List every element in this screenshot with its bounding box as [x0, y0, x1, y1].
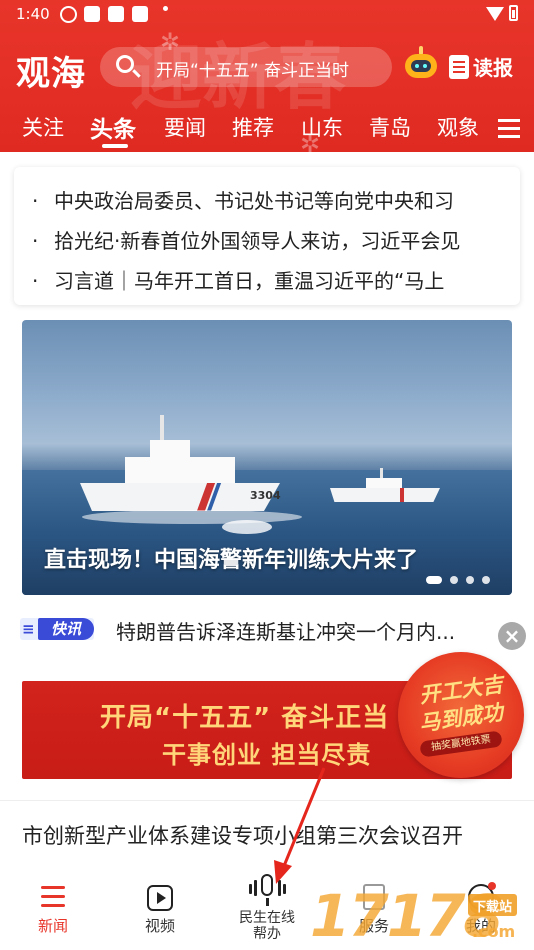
app-header: 迎新春 ✲ ✲ 1:40 观海 开局“十五五” 奋斗正当时 读报 关注 头条 要… — [0, 0, 534, 152]
active-tab-indicator — [102, 144, 128, 148]
tab-important-news[interactable]: 要闻 — [164, 112, 206, 142]
notification-dot — [488, 882, 496, 890]
microphone-icon — [249, 874, 286, 906]
notification-icon — [132, 6, 148, 22]
profile-icon — [468, 882, 496, 910]
tab-follow[interactable]: 关注 — [22, 112, 64, 142]
channel-menu-icon[interactable] — [498, 118, 520, 138]
nav-me[interactable]: 我的 — [441, 868, 521, 950]
sync-icon — [60, 6, 77, 23]
flash-news-text: 特朗普告诉泽连斯基让冲突一个月内... — [116, 620, 456, 644]
banner-line-1: 开局“十五五” 奋斗正当 — [100, 703, 390, 733]
distant-ship-image — [330, 468, 440, 508]
nav-livelihood-label: 民生在线帮办 — [239, 910, 295, 942]
flash-badge-label: 快讯 — [38, 618, 94, 640]
nav-me-label: 我的 — [465, 917, 496, 935]
featured-carousel[interactable]: 3304 直击现场！中国海警新年训练大片来了 — [22, 320, 512, 595]
pagination-dot[interactable] — [466, 576, 474, 584]
tab-headlines[interactable]: 头条 — [90, 110, 136, 144]
flash-badge: ≡ 快讯 — [20, 618, 94, 640]
ship-number: 3304 — [250, 489, 281, 502]
tab-shandong[interactable]: 山东 — [301, 112, 343, 142]
ai-assistant-robot-icon[interactable] — [402, 46, 440, 84]
nav-service[interactable]: 服务 — [334, 868, 414, 950]
nav-video[interactable]: 视频 — [120, 868, 200, 950]
service-icon — [363, 884, 385, 910]
notification-icon — [84, 6, 100, 22]
news-icon — [41, 886, 65, 908]
pagination-dot[interactable] — [426, 576, 442, 584]
tab-recommended[interactable]: 推荐 — [232, 112, 274, 142]
app-screen: 迎新春 ✲ ✲ 1:40 观海 开局“十五五” 奋斗正当时 读报 关注 头条 要… — [0, 0, 534, 950]
search-bar[interactable]: 开局“十五五” 奋斗正当时 — [100, 47, 392, 87]
pagination-dot[interactable] — [482, 576, 490, 584]
video-icon — [147, 885, 173, 911]
headline-item[interactable]: · 习言道｜马年开工首日，重温习近平的“马上 — [32, 265, 444, 294]
more-notifications-dot-icon — [163, 6, 168, 11]
headline-item[interactable]: · 拾光纪·新春首位外国领导人来访，习近平会见 — [32, 225, 460, 254]
close-promo-button[interactable]: × — [498, 622, 526, 650]
notification-icon — [108, 6, 124, 22]
read-paper-button[interactable]: 读报 — [449, 52, 513, 80]
status-time: 1:40 — [16, 5, 50, 23]
battery-icon — [509, 5, 518, 21]
tab-qingdao[interactable]: 青岛 — [369, 112, 411, 142]
section-divider — [0, 800, 534, 801]
search-placeholder: 开局“十五五” 奋斗正当时 — [156, 61, 350, 81]
bottom-navigation: 新闻 视频 民生在线帮办 服务 我的 — [0, 868, 534, 950]
headline-item[interactable]: · 中央政治局委员、书记处书记等向党中央和习 — [32, 185, 454, 214]
flash-bolt-icon: ≡ — [22, 620, 35, 638]
newspaper-icon — [449, 54, 469, 79]
app-logo: 观海 — [16, 54, 86, 94]
floating-promo-badge[interactable]: 开工大吉 马到成功 抽奖赢地铁票 — [398, 652, 524, 778]
nav-news-label: 新闻 — [37, 917, 68, 935]
flash-news-item[interactable]: ≡ 快讯 特朗普告诉泽连斯基让冲突一个月内... — [20, 612, 510, 646]
search-icon — [116, 55, 134, 73]
pagination-dot[interactable] — [450, 576, 458, 584]
wifi-icon — [486, 7, 504, 21]
nav-news[interactable]: 新闻 — [13, 868, 93, 950]
nav-livelihood-help[interactable]: 民生在线帮办 — [227, 868, 307, 950]
coast-guard-ship-image: 3304 — [80, 415, 281, 525]
nav-service-label: 服务 — [358, 917, 389, 935]
banner-line-2: 干事创业 担当尽责 — [162, 741, 372, 769]
tab-guanxiang[interactable]: 观象 — [437, 112, 479, 142]
channel-tabs: 关注 头条 要闻 推荐 山东 青岛 观象 — [0, 108, 534, 148]
article-title[interactable]: 市创新型产业体系建设专项小组第三次会议召开 — [22, 820, 463, 850]
top-headlines-card: · 中央政治局委员、书记处书记等向党中央和习 · 拾光纪·新春首位外国领导人来访，习… — [14, 167, 520, 305]
boat-spray — [222, 520, 272, 534]
nav-video-label: 视频 — [144, 917, 175, 935]
carousel-caption: 直击现场！中国海警新年训练大片来了 — [44, 548, 419, 573]
status-bar: 1:40 — [0, 0, 534, 30]
read-paper-label: 读报 — [473, 56, 513, 80]
ship-wake — [82, 510, 302, 524]
